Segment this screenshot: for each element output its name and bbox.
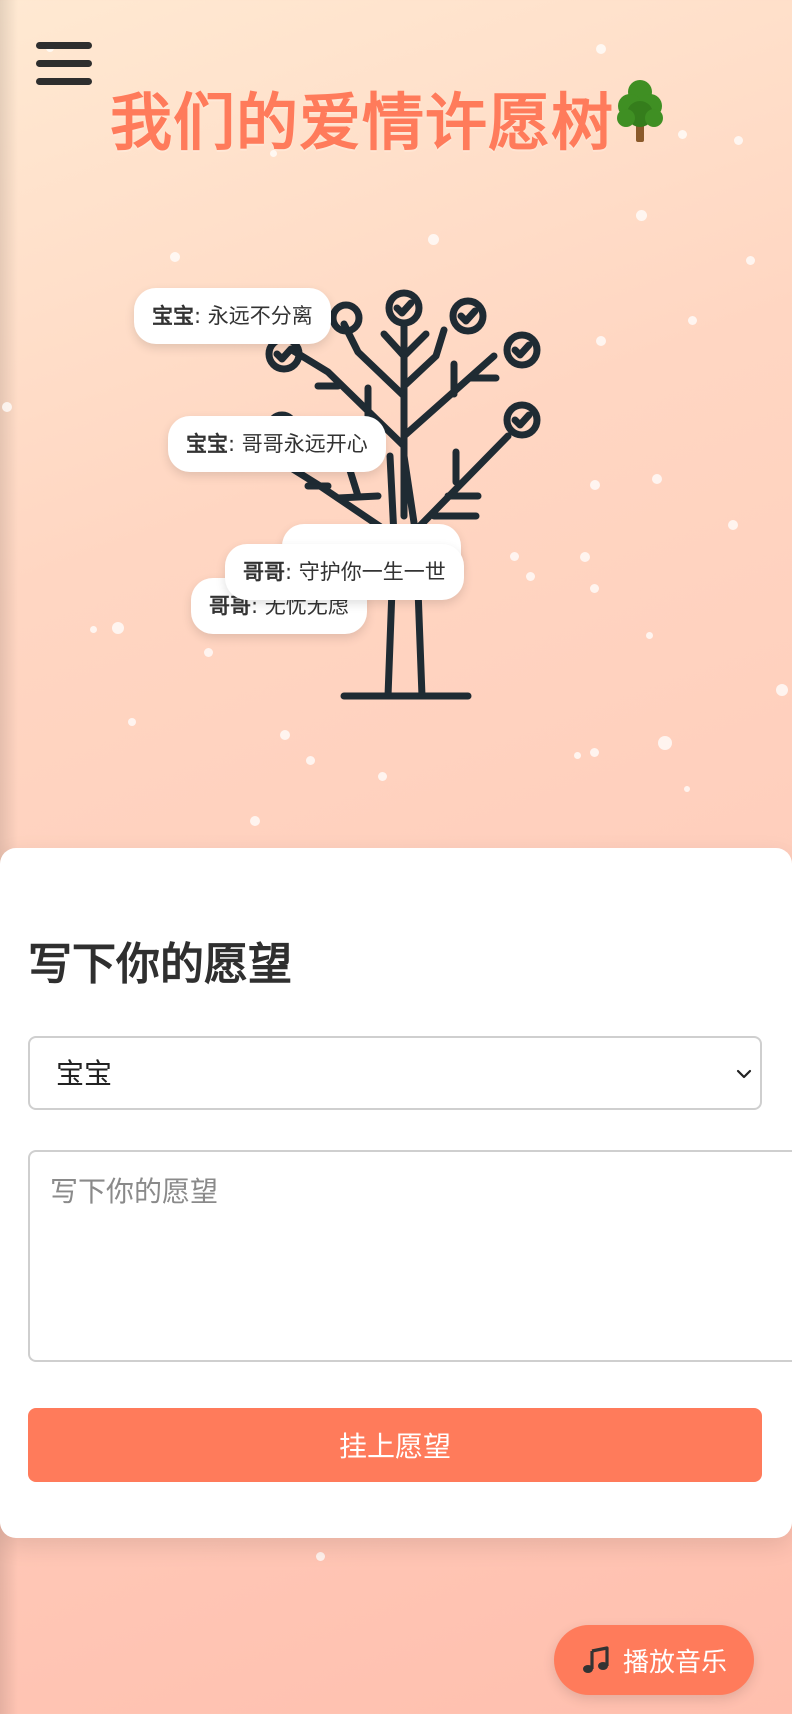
wish-tree-icon bbox=[265, 289, 541, 700]
hang-wish-button[interactable]: 挂上愿望 bbox=[28, 1408, 762, 1482]
form-title: 写下你的愿望 bbox=[28, 939, 292, 990]
wish-author: 哥哥 bbox=[243, 560, 285, 584]
page-title: 我们的爱情许愿树 bbox=[110, 86, 615, 159]
wish-author: 宝宝 bbox=[152, 304, 194, 328]
wish-text: : 守护你一生一世 bbox=[285, 560, 446, 584]
hamburger-menu-icon[interactable] bbox=[36, 40, 92, 90]
play-music-label: 播放音乐 bbox=[622, 1647, 727, 1678]
wish-textarea[interactable] bbox=[28, 1150, 792, 1362]
wish-text: : 永远不分离 bbox=[194, 304, 313, 328]
tree-icon bbox=[617, 80, 663, 142]
wish-note: 哥哥: 守护你一生一世 bbox=[225, 544, 464, 600]
wish-text: : 哥哥永远开心 bbox=[228, 432, 368, 456]
wish-note: 宝宝: 哥哥永远开心 bbox=[168, 416, 386, 472]
wish-note: 宝宝: 永远不分离 bbox=[134, 288, 331, 344]
play-music-button[interactable]: 播放音乐 bbox=[554, 1625, 754, 1695]
author-select-input[interactable]: 宝宝 bbox=[30, 1038, 760, 1108]
wish-author: 宝宝 bbox=[186, 432, 228, 456]
music-note-icon bbox=[582, 1646, 609, 1673]
wish-form-card: 写下你的愿望 宝宝 挂上愿望 bbox=[0, 848, 792, 1538]
author-select[interactable]: 宝宝 bbox=[28, 1036, 762, 1110]
